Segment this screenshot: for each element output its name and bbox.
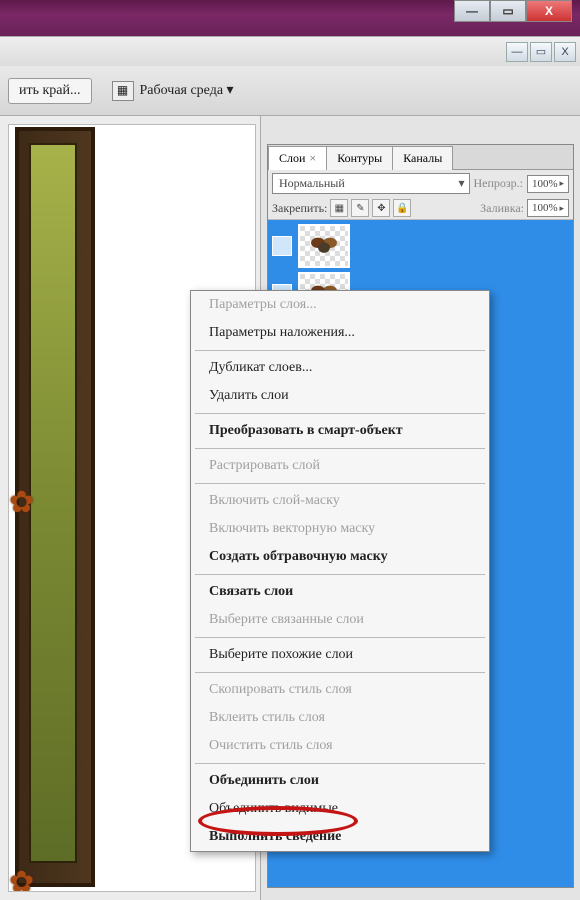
menu-item: Параметры слоя... bbox=[191, 291, 489, 319]
workspace-switcher[interactable]: ▦ Рабочая среда ▾ bbox=[112, 81, 234, 101]
doc-minimize-button[interactable]: — bbox=[506, 42, 528, 62]
menu-item[interactable]: Удалить слои bbox=[191, 382, 489, 410]
menu-separator bbox=[195, 637, 485, 638]
menu-item: Растрировать слой bbox=[191, 452, 489, 480]
layer-context-menu: Параметры слоя...Параметры наложения... Д… bbox=[190, 290, 490, 852]
menu-item[interactable]: Выберите похожие слои bbox=[191, 641, 489, 669]
menu-separator bbox=[195, 413, 485, 414]
menu-separator bbox=[195, 763, 485, 764]
menu-item[interactable]: Объединить слои bbox=[191, 767, 489, 795]
refine-edge-button[interactable]: ить край... bbox=[8, 78, 92, 104]
workspace-icon: ▦ bbox=[112, 81, 134, 101]
menu-item[interactable]: Выполнить сведение bbox=[191, 823, 489, 851]
menu-item[interactable]: Связать слои bbox=[191, 578, 489, 606]
flower-decoration-icon bbox=[9, 865, 45, 892]
menu-item[interactable]: Параметры наложения... bbox=[191, 319, 489, 347]
lock-label: Закрепить: bbox=[272, 201, 327, 216]
menu-item: Скопировать стиль слоя bbox=[191, 676, 489, 704]
fill-label: Заливка: bbox=[480, 201, 524, 216]
menu-separator bbox=[195, 350, 485, 351]
options-bar: ить край... ▦ Рабочая среда ▾ bbox=[0, 66, 580, 116]
menu-item[interactable]: Создать обтравочную маску bbox=[191, 543, 489, 571]
menu-item: Включить векторную маску bbox=[191, 515, 489, 543]
menu-separator bbox=[195, 574, 485, 575]
window-titlebar: — ▭ X bbox=[0, 0, 580, 36]
visibility-toggle-icon[interactable] bbox=[272, 236, 292, 256]
menu-item: Очистить стиль слоя bbox=[191, 732, 489, 760]
tab-label: Слои bbox=[279, 151, 305, 165]
menu-item: Вклеить стиль слоя bbox=[191, 704, 489, 732]
close-icon[interactable]: × bbox=[309, 151, 316, 165]
tab-channels[interactable]: Каналы bbox=[392, 146, 453, 170]
lock-pixels-icon[interactable]: ✎ bbox=[351, 199, 369, 217]
menu-separator bbox=[195, 672, 485, 673]
opacity-label: Непрозр.: bbox=[474, 176, 524, 191]
blend-mode-select[interactable]: Нормальный bbox=[272, 173, 470, 194]
menu-item[interactable]: Объединить видимые bbox=[191, 795, 489, 823]
menu-item: Включить слой-маску bbox=[191, 487, 489, 515]
lock-transparency-icon[interactable]: ▦ bbox=[330, 199, 348, 217]
panel-tabs: Слои × Контуры Каналы bbox=[268, 145, 573, 170]
fill-field[interactable]: 100% bbox=[527, 199, 569, 217]
window-close-button[interactable]: X bbox=[526, 0, 572, 22]
window-maximize-button[interactable]: ▭ bbox=[490, 0, 526, 22]
menu-item: Выберите связанные слои bbox=[191, 606, 489, 634]
opacity-field[interactable]: 100% bbox=[527, 175, 569, 193]
tab-layers[interactable]: Слои × bbox=[268, 146, 327, 170]
menu-separator bbox=[195, 448, 485, 449]
lock-all-icon[interactable]: 🔒 bbox=[393, 199, 411, 217]
workspace-label: Рабочая среда ▾ bbox=[140, 82, 234, 99]
doc-maximize-button[interactable]: ▭ bbox=[530, 42, 552, 62]
layer-thumbnail[interactable] bbox=[298, 224, 350, 268]
layer-row[interactable] bbox=[272, 224, 569, 268]
flower-decoration-icon bbox=[9, 485, 45, 521]
window-minimize-button[interactable]: — bbox=[454, 0, 490, 22]
menu-item[interactable]: Преобразовать в смарт-объект bbox=[191, 417, 489, 445]
doc-close-button[interactable]: X bbox=[554, 42, 576, 62]
lock-position-icon[interactable]: ✥ bbox=[372, 199, 390, 217]
document-controls: — ▭ X bbox=[0, 36, 580, 66]
menu-separator bbox=[195, 483, 485, 484]
tab-paths[interactable]: Контуры bbox=[326, 146, 393, 170]
menu-item[interactable]: Дубликат слоев... bbox=[191, 354, 489, 382]
